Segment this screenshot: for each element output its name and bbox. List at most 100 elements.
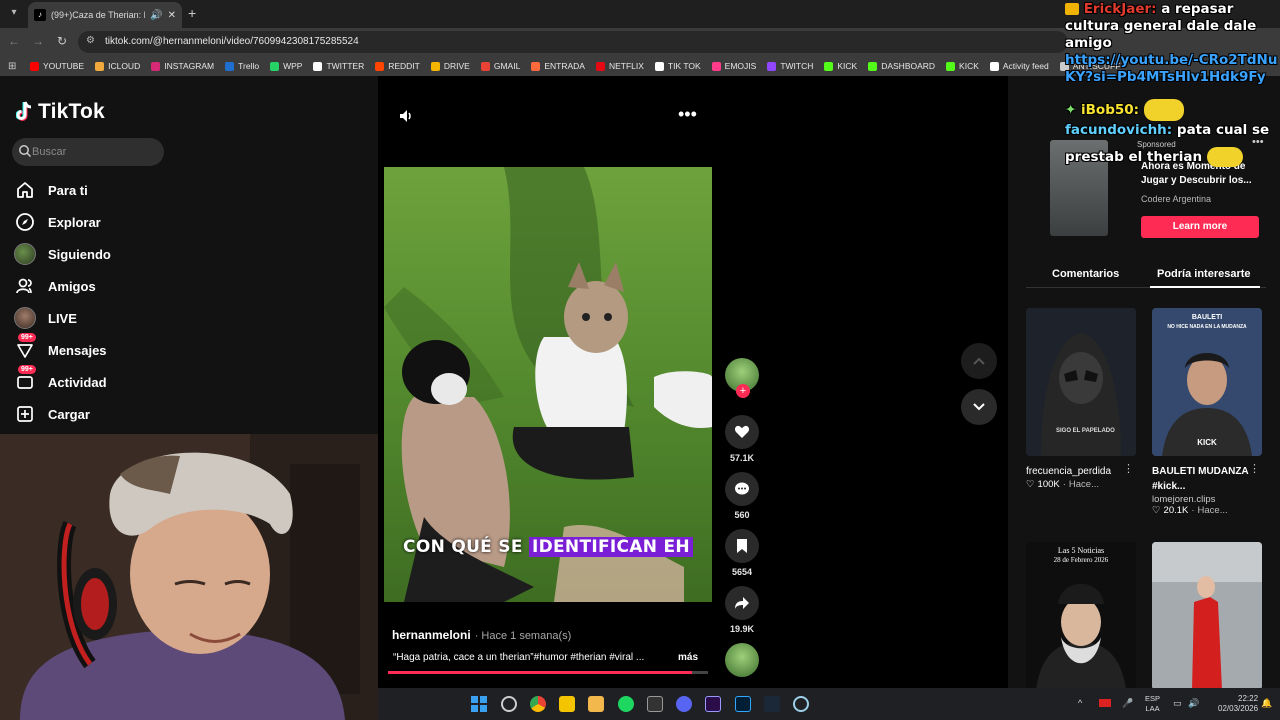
spotify-icon[interactable] [618,696,634,712]
heart-icon [734,425,750,438]
previous-video-button[interactable] [961,343,997,379]
bookmark-item[interactable]: DRIVE [430,61,470,71]
back-icon[interactable]: ← [6,34,22,48]
speaker-tray-icon[interactable]: 🔊 [1188,698,1199,709]
video-thumbnail[interactable]: SIGO EL PAPELADO [1026,308,1136,456]
bookmark-item[interactable]: YOUTUBE [30,61,84,71]
learn-more-button[interactable]: Learn more [1141,216,1259,238]
more-options-icon[interactable]: ••• [678,104,697,125]
save-button[interactable]: 5654 [722,529,762,577]
sidebar-item-actividad[interactable]: 99+ Actividad [14,365,214,394]
video-progress-bar[interactable] [388,671,708,674]
volume-icon[interactable] [398,108,414,124]
search-input[interactable]: Buscar [12,138,164,166]
windows-start-icon[interactable] [471,696,487,712]
video-thumbnail[interactable]: BAULETI NO HICE NADA EN LA MUDANZA KICK [1152,308,1262,456]
bookmark-item[interactable]: REDDIT [375,61,420,71]
notification-icon[interactable]: 🔔 [1261,698,1272,709]
sticky-notes-icon[interactable] [559,696,575,712]
clock-date: 02/03/2026 [1218,704,1259,713]
reload-icon[interactable]: ↻ [54,34,70,48]
discord-icon[interactable] [676,696,692,712]
file-explorer-icon[interactable] [588,696,604,712]
tiktok-logo[interactable]: TikTok [16,100,105,124]
sidebar-item-cargar[interactable]: Cargar [14,402,214,426]
suggested-video-card[interactable]: BAULETI NO HICE NADA EN LA MUDANZA KICK … [1152,308,1262,516]
bookmark-label: YOUTUBE [43,61,85,71]
bookmark-item[interactable]: EMOJIS [711,61,756,71]
card-options-icon[interactable]: ⋮ [1123,462,1134,475]
suggested-video-card[interactable]: Las 5 Noticias 28 de Febrero 2026 [1026,542,1136,690]
bookmark-item[interactable]: KICK [946,61,979,71]
close-icon[interactable]: ✕ [168,10,176,21]
share-button[interactable]: 19.9K [722,586,762,634]
bookmark-item[interactable]: GMAIL [480,61,520,71]
bookmark-item[interactable]: NETFLIX [595,61,644,71]
sidebar-item-explorar[interactable]: Explorar [14,210,214,234]
tab-list-icon[interactable]: ▾ [6,5,22,21]
search-app-icon[interactable] [501,696,517,712]
more-link[interactable]: más [678,652,698,663]
video-thumbnail[interactable]: Las 5 Noticias 28 de Febrero 2026 [1026,542,1136,690]
steam-icon[interactable] [764,696,780,712]
clock[interactable]: 22:22 02/03/2026 [1218,694,1258,714]
browser-tab[interactable]: ♪ (99+)Caza de Therian: Hum 🔊 ✕ [28,2,182,28]
bookmark-item[interactable]: Trello [225,61,259,71]
bookmark-item[interactable]: Activity feed [989,61,1049,71]
url-bar[interactable]: ⚙ tiktok.com/@hernanmeloni/video/7609942… [78,31,1068,53]
sound-avatar-button[interactable] [722,643,762,677]
apps-grid-icon[interactable]: ⊞ [8,61,30,72]
microphone-icon[interactable]: 🎤 [1122,698,1133,709]
comment-button[interactable]: 560 [722,472,762,520]
like-button[interactable]: 57.1K [722,415,762,463]
author-avatar-button[interactable]: + [722,358,762,398]
app-icon[interactable] [793,696,809,712]
photoshop-icon[interactable] [735,696,751,712]
avatar[interactable]: + [725,358,759,398]
author-name[interactable]: hernanmeloni [392,628,471,642]
tray-chevron-icon[interactable]: ^ [1078,698,1082,708]
clock-time: 22:22 [1238,694,1259,703]
chrome-icon[interactable] [530,696,546,712]
bookmark-favicon-icon [989,61,999,71]
bookmark-label: Activity feed [1002,61,1049,71]
tab-comentarios[interactable]: Comentarios [1052,268,1119,280]
bookmark-item[interactable]: WPP [270,61,302,71]
site-info-icon[interactable]: ⚙ [86,35,95,46]
app-icon[interactable] [647,696,663,712]
card-options-icon[interactable]: ⋮ [1249,462,1260,475]
chat-message: facundovichh: pata cual se [1065,122,1269,138]
video-player[interactable]: CON QUÉ SE IDENTIFICAN EH [384,167,712,602]
keyboard-language[interactable]: ESP LAA [1145,694,1160,714]
network-icon[interactable]: ▭ [1173,698,1182,709]
next-video-button[interactable] [961,389,997,425]
tab-podria-interesarte[interactable]: Podría interesarte [1157,268,1251,280]
suggested-video-card[interactable]: SIGO EL PAPELADO frecuencia_perdida ♡ 10… [1026,308,1136,490]
bookmark-favicon-icon [151,61,161,71]
bookmark-item[interactable]: TWITCH [767,61,813,71]
video-thumbnail[interactable] [1152,542,1262,690]
premiere-icon[interactable] [705,696,721,712]
bookmark-item[interactable]: INSTAGRAM [151,61,214,71]
sidebar-item-para-ti[interactable]: Para ti [14,178,214,202]
suggested-video-card[interactable] [1152,542,1262,690]
new-tab-button[interactable]: + [188,5,196,21]
sidebar-item-live[interactable]: LIVE [14,306,214,330]
forward-icon[interactable]: → [30,34,46,48]
tiktok-favicon-icon: ♪ [34,9,46,21]
bookmark-item[interactable]: ICLOUD [95,61,140,71]
tray-app-icon[interactable] [1099,699,1111,707]
sidebar-item-amigos[interactable]: Amigos [14,274,214,298]
sidebar-item-mensajes[interactable]: 99+ Mensajes [14,333,214,362]
follow-plus-icon[interactable]: + [736,384,750,398]
sidebar-item-siguiendo[interactable]: Siguiendo [14,242,214,266]
speaker-icon[interactable]: 🔊 [150,10,162,21]
caption-highlight: IDENTIFICAN EH [528,537,693,557]
bookmark-item[interactable]: TIK TOK [654,61,701,71]
bookmark-item[interactable]: TWITTER [313,61,364,71]
bookmark-favicon-icon [654,61,664,71]
bookmark-label: TIK TOK [667,61,701,71]
bookmark-item[interactable]: ENTRADA [531,61,585,71]
bookmark-item[interactable]: KICK [824,61,857,71]
bookmark-item[interactable]: DASHBOARD [868,61,935,71]
